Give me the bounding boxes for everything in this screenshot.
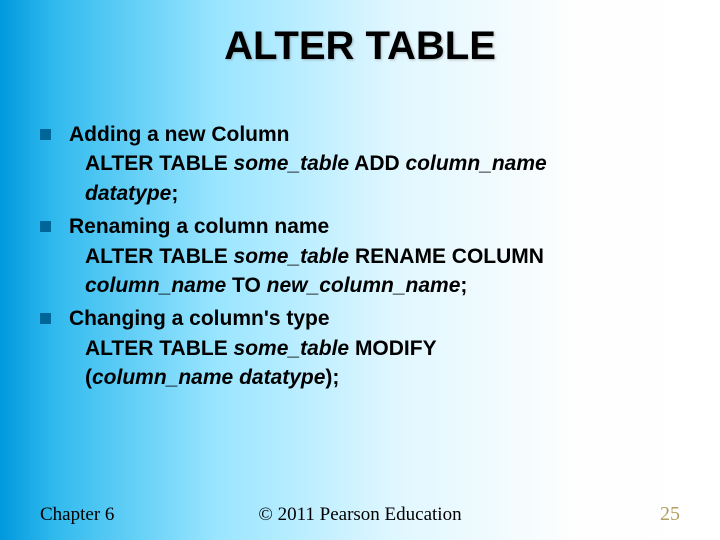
slide-title: ALTER TABLE	[0, 24, 720, 69]
code-line: datatype;	[85, 179, 680, 208]
code-line: ALTER TABLE some_table RENAME COLUMN	[85, 242, 680, 271]
item-heading: Renaming a column name	[69, 215, 329, 238]
placeholder: datatype	[85, 182, 171, 205]
text: MODIFY	[349, 337, 437, 360]
text: RENAME COLUMN	[349, 245, 544, 268]
text: ;	[171, 182, 178, 205]
list-item: Changing a column's type ALTER TABLE som…	[40, 304, 680, 392]
placeholder: column_name	[92, 366, 233, 389]
placeholder: some_table	[234, 245, 350, 268]
placeholder: some_table	[234, 337, 350, 360]
text: );	[325, 366, 339, 389]
text: ALTER TABLE	[85, 245, 234, 268]
slide-footer: Chapter 6 © 2011 Pearson Education 25	[40, 503, 680, 526]
item-content: Changing a column's type ALTER TABLE som…	[69, 304, 680, 392]
code-line: (column_name datatype);	[85, 363, 680, 392]
item-heading: Adding a new Column	[69, 123, 290, 146]
code-line: column_name TO new_column_name;	[85, 271, 680, 300]
text: ALTER TABLE	[85, 152, 234, 175]
bullet-icon	[40, 313, 51, 324]
bullet-icon	[40, 221, 51, 232]
slide: ALTER TABLE Adding a new Column ALTER TA…	[0, 0, 720, 540]
slide-body: Adding a new Column ALTER TABLE some_tab…	[40, 120, 680, 397]
text: TO	[226, 274, 266, 297]
text: ADD	[349, 152, 405, 175]
footer-left: Chapter 6	[40, 504, 114, 526]
footer-center: © 2011 Pearson Education	[40, 504, 680, 526]
item-heading: Changing a column's type	[69, 307, 330, 330]
code-line: ALTER TABLE some_table ADD column_name	[85, 149, 680, 178]
bullet-icon	[40, 129, 51, 140]
text: ALTER TABLE	[85, 337, 234, 360]
item-content: Adding a new Column ALTER TABLE some_tab…	[69, 120, 680, 208]
code-line: ALTER TABLE some_table MODIFY	[85, 334, 680, 363]
placeholder: some_table	[234, 152, 350, 175]
list-item: Adding a new Column ALTER TABLE some_tab…	[40, 120, 680, 208]
placeholder: new_column_name	[267, 274, 461, 297]
text: ;	[460, 274, 467, 297]
placeholder: column_name	[406, 152, 547, 175]
placeholder: column_name	[85, 274, 226, 297]
slide-number: 25	[660, 503, 680, 526]
placeholder: datatype	[239, 366, 325, 389]
list-item: Renaming a column name ALTER TABLE some_…	[40, 212, 680, 300]
item-content: Renaming a column name ALTER TABLE some_…	[69, 212, 680, 300]
text: (	[85, 366, 92, 389]
